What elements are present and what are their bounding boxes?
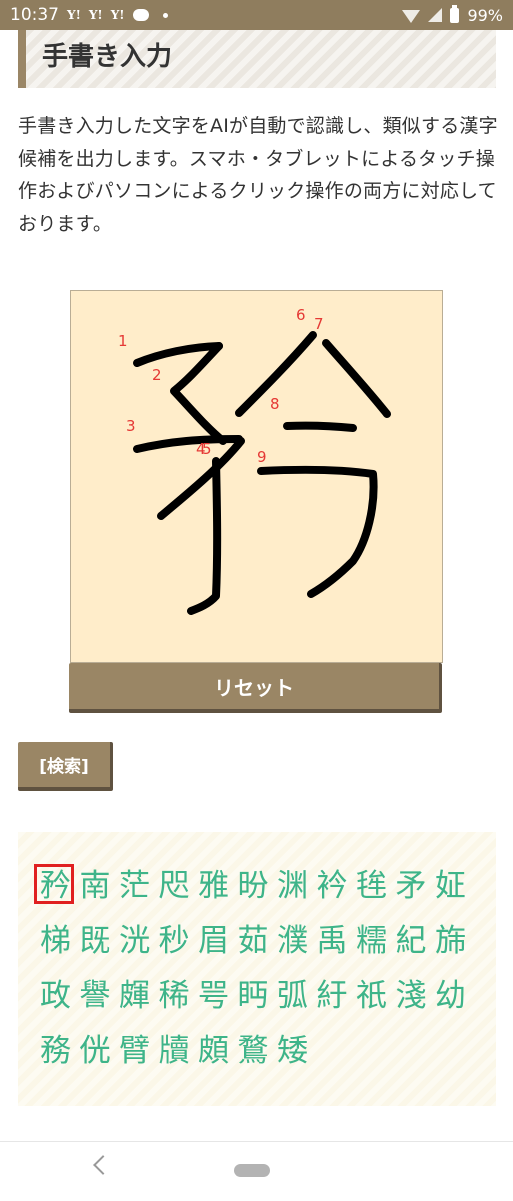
kanji-candidate[interactable]: 幼	[435, 972, 475, 1027]
kanji-candidate[interactable]: 禹	[317, 917, 357, 972]
kanji-candidate[interactable]: 梯	[40, 917, 80, 972]
stroke-number: 9	[257, 448, 267, 466]
signal-icon	[428, 8, 443, 22]
kanji-candidate[interactable]: 咢	[198, 972, 238, 1027]
stroke-number: 6	[296, 306, 306, 324]
kanji-candidate[interactable]: 洸	[119, 917, 159, 972]
battery-level: 99%	[467, 5, 503, 25]
kanji-candidate[interactable]: 咫	[159, 862, 199, 917]
kanji-candidate[interactable]: 秒	[159, 917, 199, 972]
kanji-candidate[interactable]: 鶩	[238, 1027, 278, 1082]
kanji-candidate[interactable]: 茹	[238, 917, 278, 972]
stroke-number: 1	[118, 332, 128, 350]
stroke-number: 8	[270, 395, 280, 413]
kanji-candidate[interactable]: 淺	[396, 972, 436, 1027]
kanji-candidate[interactable]: 祇	[356, 972, 396, 1027]
kanji-candidate[interactable]: 姃	[435, 862, 475, 917]
kanji-candidate[interactable]: 眉	[198, 917, 238, 972]
stroke-9	[257, 465, 378, 598]
stroke-2	[170, 342, 227, 445]
yahoo-icon: Y!	[110, 8, 125, 22]
yahoo-icon: Y!	[67, 8, 81, 22]
stroke-7	[322, 339, 391, 418]
kanji-candidate[interactable]: 頗	[198, 1027, 238, 1082]
notification-dot-icon	[162, 12, 168, 18]
kanji-candidate[interactable]: 雅	[198, 862, 238, 917]
search-button[interactable]: [検索]	[18, 742, 113, 791]
kanji-candidate[interactable]: 務	[40, 1027, 80, 1082]
status-time: 10:37	[10, 5, 59, 25]
kanji-results-panel: 矜南茫咫雅昐渊衿毪矛姃梯既洸秒眉茹濮禹糯紀旆政譽皹稀咢眄弧紆祇淺幼務侊臂牘頗鶩矮	[18, 832, 496, 1106]
wifi-icon	[402, 9, 421, 23]
kanji-candidate[interactable]: 譽	[80, 972, 120, 1027]
page-title: 手書き入力	[42, 42, 173, 72]
back-icon[interactable]	[93, 1155, 113, 1175]
kanji-candidate[interactable]: 昐	[238, 862, 278, 917]
kanji-candidate[interactable]: 渊	[277, 862, 317, 917]
kanji-candidate[interactable]: 牘	[159, 1027, 199, 1082]
status-bar: 10:37 Y! Y! Y! 99%	[0, 0, 513, 30]
kanji-candidate[interactable]: 毪	[356, 862, 396, 917]
kanji-candidate[interactable]: 茫	[119, 862, 159, 917]
kanji-candidate[interactable]: 矛	[396, 862, 436, 917]
handwriting-canvas[interactable]: 1 2 3 4 5 6 7 8 9	[70, 290, 443, 663]
kanji-row: 矜南茫咫雅昐渊衿毪矛姃	[34, 862, 480, 917]
kanji-candidate[interactable]: 眄	[238, 972, 278, 1027]
kanji-candidate[interactable]: 臂	[119, 1027, 159, 1082]
description-text: 手書き入力した文字をAIが自動で認識し、類似する漢字候補を出力します。スマホ・タ…	[18, 115, 498, 235]
kanji-candidate[interactable]: 紀	[396, 917, 436, 972]
stroke-8	[283, 421, 357, 432]
home-pill-icon[interactable]	[234, 1164, 270, 1177]
kanji-candidate[interactable]: 既	[80, 917, 120, 972]
section-title: 手書き入力	[18, 30, 496, 88]
kanji-candidate[interactable]: 南	[80, 862, 120, 917]
stroke-number: 3	[126, 417, 136, 435]
kanji-candidate[interactable]: 矮	[277, 1027, 317, 1082]
kanji-row: 政譽皹稀咢眄弧紆祇淺幼	[40, 972, 480, 1027]
kanji-candidate[interactable]: 濮	[277, 917, 317, 972]
kanji-candidate[interactable]: 弧	[277, 972, 317, 1027]
kanji-candidate[interactable]: 侊	[80, 1027, 120, 1082]
navigation-bar	[0, 1141, 513, 1201]
stroke-number: 2	[152, 366, 162, 384]
kanji-candidate[interactable]: 旆	[435, 917, 475, 972]
stroke-number: 7	[314, 315, 324, 333]
reset-button[interactable]: リセット	[69, 663, 442, 713]
handwriting-strokes: 1 2 3 4 5 6 7 8 9	[118, 306, 391, 615]
kanji-results-grid: 矜南茫咫雅昐渊衿毪矛姃梯既洸秒眉茹濮禹糯紀旆政譽皹稀咢眄弧紆祇淺幼務侊臂牘頗鶩矮	[34, 862, 480, 1082]
kanji-row: 務侊臂牘頗鶩矮	[40, 1027, 480, 1082]
kanji-candidate[interactable]: 衿	[317, 862, 357, 917]
yahoo-icon: Y!	[88, 8, 103, 22]
kanji-row: 梯既洸秒眉茹濮禹糯紀旆	[40, 917, 480, 972]
kanji-candidate[interactable]: 稀	[159, 972, 199, 1027]
kanji-candidate[interactable]: 糯	[356, 917, 396, 972]
kanji-candidate[interactable]: 矜	[34, 862, 80, 917]
stroke-number: 5	[202, 440, 212, 458]
kanji-candidate[interactable]: 皹	[119, 972, 159, 1027]
battery-icon	[450, 4, 460, 23]
chat-icon	[132, 9, 149, 21]
kanji-candidate[interactable]: 紆	[317, 972, 357, 1027]
kanji-candidate[interactable]: 政	[40, 972, 80, 1027]
